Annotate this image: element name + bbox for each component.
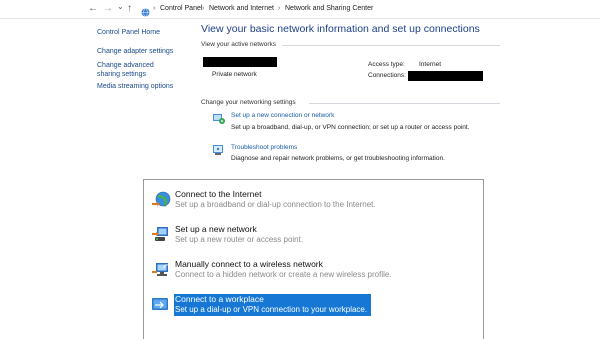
- setup-new-connection-link[interactable]: Set up a new connection or network: [231, 112, 334, 119]
- address-bar: ← → ⌄ ↑ › Control Panel › Network and In…: [0, 0, 600, 19]
- media-streaming-options-link[interactable]: Media streaming options: [97, 82, 182, 91]
- internet-globe-icon: [151, 191, 171, 209]
- new-connection-icon: [212, 111, 225, 124]
- breadcrumb-network-sharing-center[interactable]: Network and Sharing Center: [285, 4, 373, 14]
- access-type-value: Internet: [419, 61, 442, 68]
- breadcrumb-control-panel[interactable]: Control Panel: [160, 4, 202, 14]
- breadcrumb-separator: ›: [278, 5, 281, 12]
- workplace-vpn-icon: [151, 295, 171, 313]
- active-networks-header: View your active networks: [201, 41, 277, 48]
- option-workplace-desc: Set up a dial-up or VPN connection to yo…: [175, 305, 368, 314]
- option-new-network-desc: Set up a new router or access point.: [175, 235, 304, 244]
- router-network-icon: [151, 225, 171, 243]
- breadcrumb-separator: ›: [202, 5, 205, 12]
- troubleshoot-icon: [212, 143, 225, 155]
- setup-new-connection-desc: Set up a broadband, dial-up, or VPN conn…: [231, 124, 470, 131]
- troubleshoot-problems-link[interactable]: Troubleshoot problems: [231, 144, 297, 151]
- recent-dropdown-icon[interactable]: ⌄: [117, 1, 124, 13]
- breadcrumb-network-and-internet[interactable]: Network and Internet: [209, 4, 274, 14]
- option-new-network-title[interactable]: Set up a new network: [175, 224, 257, 234]
- option-manual-wireless-title[interactable]: Manually connect to a wireless network: [175, 259, 323, 269]
- option-manual-wireless-desc: Connect to a hidden network or create a …: [175, 270, 392, 279]
- connections-label: Connections:: [368, 72, 406, 79]
- section-divider: [309, 103, 500, 104]
- page-title: View your basic network information and …: [201, 23, 480, 35]
- change-advanced-sharing-link[interactable]: Change advanced sharing settings: [97, 61, 177, 79]
- option-workplace-title[interactable]: Connect to a workplace: [175, 294, 264, 304]
- option-connect-internet-desc: Set up a broadband or dial-up connection…: [175, 200, 376, 209]
- network-type-label: Private network: [212, 71, 257, 78]
- access-type-label: Access type:: [368, 61, 405, 68]
- control-panel-home-link[interactable]: Control Panel Home: [97, 28, 182, 37]
- back-arrow-icon[interactable]: ←: [88, 3, 98, 15]
- troubleshoot-problems-desc: Diagnose and repair network problems, or…: [231, 155, 445, 162]
- change-settings-header: Change your networking settings: [201, 99, 296, 106]
- change-adapter-settings-link[interactable]: Change adapter settings: [97, 47, 182, 56]
- wireless-network-icon: [151, 260, 171, 278]
- breadcrumb-separator: ›: [153, 5, 156, 12]
- section-divider: [282, 45, 500, 46]
- forward-arrow-icon[interactable]: →: [103, 3, 113, 15]
- connection-name-redacted[interactable]: [408, 71, 483, 81]
- up-arrow-icon[interactable]: ↑: [127, 3, 132, 15]
- option-connect-internet-title[interactable]: Connect to the Internet: [175, 189, 261, 199]
- network-name-redacted: [203, 57, 277, 67]
- network-globe-icon: [141, 4, 150, 17]
